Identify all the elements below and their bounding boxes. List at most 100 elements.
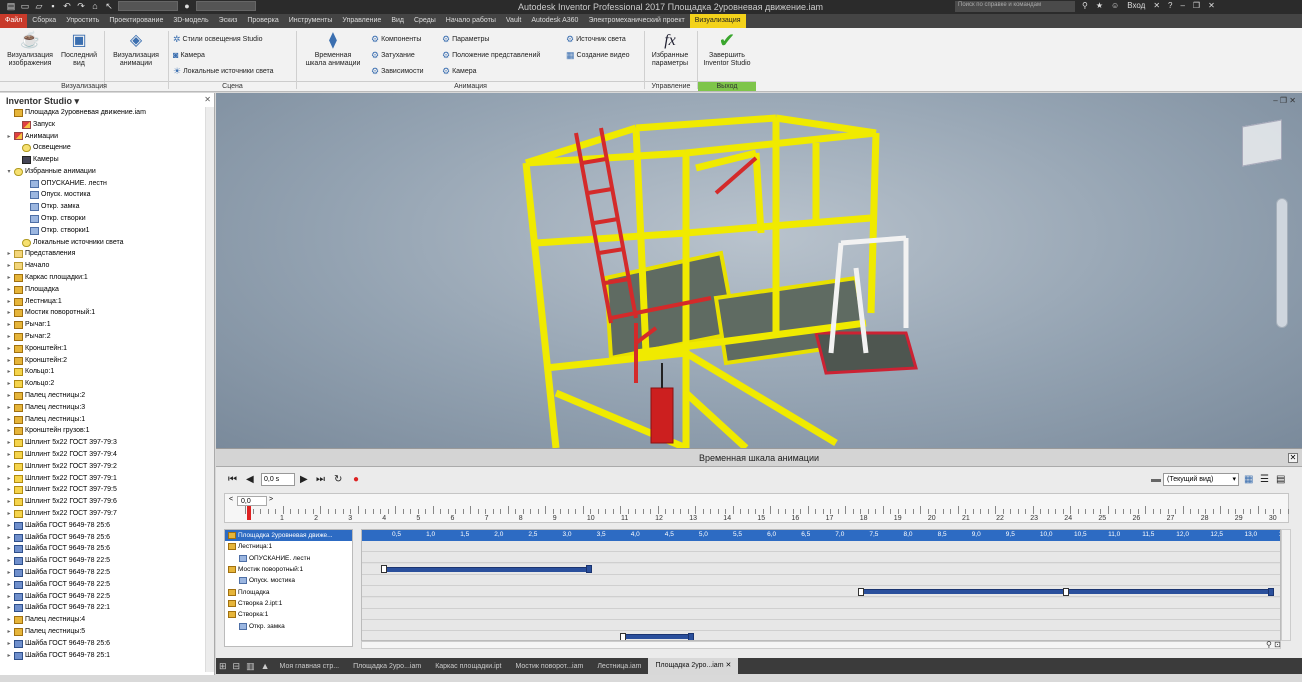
anim-fade-button[interactable]: ⚙ Затухание	[371, 50, 415, 61]
help-icon[interactable]: ?	[1168, 1, 1172, 10]
browser-node[interactable]: ▸ Шайба ГОСТ 9649-78 22:5	[0, 555, 214, 567]
anim-components-button[interactable]: ⚙ Компоненты	[371, 34, 421, 45]
document-tab[interactable]: Моя главная стр...	[273, 663, 347, 670]
timeline-component-row[interactable]: Опуск. мостика	[225, 575, 352, 586]
browser-node[interactable]: Опуск. мостика	[0, 190, 214, 202]
expand-toggle-icon[interactable]: ▸	[6, 284, 12, 296]
ribbon-tab[interactable]: 3D-модель	[168, 14, 213, 28]
timeline-component-row[interactable]: Площадка	[225, 586, 352, 597]
appearance-dropdown[interactable]	[196, 1, 256, 11]
expand-toggle-icon[interactable]: ▸	[6, 579, 12, 591]
timeline-zoom-icons[interactable]: ⚲ ⊡	[1266, 640, 1281, 649]
expand-action-editor-icon[interactable]: ☰	[1260, 474, 1269, 485]
ribbon-tab[interactable]: Файл	[0, 14, 28, 28]
video-producer-button[interactable]: ▦ Создание видео	[566, 50, 630, 61]
exchange-icon[interactable]: ✕	[1153, 1, 1160, 10]
browser-node[interactable]: ▸ Шайба ГОСТ 9649-78 22:1	[0, 602, 214, 614]
animation-action-bar[interactable]	[861, 589, 1066, 595]
expand-toggle-icon[interactable]: ▸	[6, 650, 12, 662]
browser-node[interactable]: ▸ Шплинт 5х22 ГОСТ 397-79:3	[0, 437, 214, 449]
action-start-key[interactable]	[1063, 587, 1069, 596]
browser-node[interactable]: ▸ Шайба ГОСТ 9649-78 22:5	[0, 567, 214, 579]
add-camera-action-icon[interactable]: ▦	[1244, 474, 1253, 485]
browser-node[interactable]: Локальные источники света	[0, 237, 214, 249]
anim-camera-button[interactable]: ⚙ Камера	[442, 66, 477, 77]
timeline-component-row[interactable]: ОПУСКАНИЕ. лестн	[225, 553, 352, 564]
browser-node[interactable]: Освещение	[0, 142, 214, 154]
go-to-end-icon[interactable]: ⏭	[316, 474, 325, 485]
scale-left-arrow[interactable]: <	[229, 496, 233, 503]
save-icon[interactable]: ▪	[48, 1, 58, 11]
browser-node[interactable]: ▸ Кольцо:2	[0, 378, 214, 390]
ribbon-tab[interactable]: Электромеханический проект	[583, 14, 689, 28]
expand-toggle-icon[interactable]: ▸	[6, 414, 12, 426]
expand-toggle-icon[interactable]: ▸	[6, 543, 12, 555]
expand-toggle-icon[interactable]: ▸	[6, 378, 12, 390]
ribbon-tab[interactable]: Vault	[501, 14, 526, 28]
expand-toggle-icon[interactable]: ▸	[6, 520, 12, 532]
document-tab[interactable]: Каркас площадки.ipt	[428, 663, 508, 670]
open-icon[interactable]: ▱	[34, 1, 44, 11]
timeline-options-icon[interactable]: ▤	[1276, 474, 1285, 485]
browser-node[interactable]: ▸ Шплинт 5х22 ГОСТ 397-79:2	[0, 461, 214, 473]
browser-node[interactable]: ▸ Палец лестницы:5	[0, 626, 214, 638]
expand-toggle-icon[interactable]: ▸	[6, 402, 12, 414]
action-end-key[interactable]	[1267, 587, 1274, 596]
expand-toggle-icon[interactable]: ▸	[6, 319, 12, 331]
timeline-component-row[interactable]: Лестница:1	[225, 541, 352, 552]
browser-node[interactable]: Камеры	[0, 154, 214, 166]
browser-node[interactable]: Откр. створки1	[0, 225, 214, 237]
expand-toggle-icon[interactable]: ▸	[6, 449, 12, 461]
timeline-vertical-scrollbar[interactable]	[1281, 529, 1291, 641]
action-end-key[interactable]	[687, 632, 694, 640]
color-icon[interactable]: ●	[182, 1, 192, 11]
favorite-parameters-button[interactable]: fx Избранные параметры	[647, 32, 693, 68]
browser-node[interactable]: ▸ Кронштейн грузов:1	[0, 426, 214, 438]
expand-toggle-icon[interactable]: ▸	[6, 272, 12, 284]
anim-parameters-button[interactable]: ⚙ Параметры	[442, 34, 489, 45]
action-end-key[interactable]	[585, 565, 592, 574]
expand-toggle-icon[interactable]: ▸	[6, 461, 12, 473]
expand-toggle-icon[interactable]: ▸	[6, 591, 12, 603]
expand-toggle-icon[interactable]: ▸	[6, 260, 12, 272]
expand-toggle-icon[interactable]: ▸	[6, 496, 12, 508]
timeline-track[interactable]	[362, 552, 1280, 564]
tile-view-icon[interactable]: ⊟	[230, 661, 244, 672]
scale-right-arrow[interactable]: >	[269, 496, 273, 503]
document-tab[interactable]: Мостик поворот...iam	[509, 663, 591, 670]
expand-toggle-icon[interactable]: ▸	[6, 437, 12, 449]
expand-toggle-icon[interactable]: ▸	[6, 390, 12, 402]
timeline-component-row[interactable]: Створка:1	[225, 609, 352, 620]
scroll-tabs-icon[interactable]: ▲	[258, 661, 273, 671]
expand-toggle-icon[interactable]: ▸	[6, 638, 12, 650]
ribbon-tab[interactable]: Проектирование	[104, 14, 168, 28]
new-icon[interactable]: ▭	[20, 1, 30, 11]
browser-node[interactable]: ▸ Начало	[0, 260, 214, 272]
ribbon-tab[interactable]: Эскиз	[214, 14, 243, 28]
sign-in-link[interactable]: Вход	[1127, 1, 1145, 10]
document-tab[interactable]: Площадка 2уро...iam	[346, 663, 428, 670]
action-start-key[interactable]	[381, 565, 387, 574]
expand-toggle-icon[interactable]: ▸	[6, 626, 12, 638]
browser-node[interactable]: ▸ Рычаг:1	[0, 319, 214, 331]
browser-node[interactable]: ▸ Шайба ГОСТ 9649-78 25:6	[0, 520, 214, 532]
binoculars-icon[interactable]: ⚲	[1082, 1, 1088, 10]
timeline-component-row[interactable]: Площадка 2уровневая движе...	[225, 530, 352, 542]
star-icon[interactable]: ★	[1096, 1, 1103, 10]
expand-toggle-icon[interactable]: ▸	[6, 555, 12, 567]
timeline-track[interactable]	[362, 620, 1280, 632]
browser-node[interactable]: ▸ Шплинт 5х22 ГОСТ 397-79:5	[0, 485, 214, 497]
expand-toggle-icon[interactable]: ▸	[6, 331, 12, 343]
expand-toggle-icon[interactable]: ▸	[6, 343, 12, 355]
expand-toggle-icon[interactable]: ▸	[6, 602, 12, 614]
ribbon-tab[interactable]: Проверка	[242, 14, 283, 28]
browser-node[interactable]: ОПУСКАНИЕ. лестн	[0, 178, 214, 190]
ribbon-tab[interactable]: Autodesk A360	[526, 14, 583, 28]
browser-node[interactable]: ▾ Избранные анимации	[0, 166, 214, 178]
expand-toggle-icon[interactable]: ▸	[6, 473, 12, 485]
timeline-track[interactable]	[362, 574, 1280, 586]
browser-node[interactable]: ▸ Шайба ГОСТ 9649-78 22:5	[0, 591, 214, 603]
home-icon[interactable]: ⌂	[90, 1, 100, 11]
browser-node[interactable]: Площадка 2уровневая движение.iam	[0, 107, 214, 119]
browser-node[interactable]: ▸ Анимации	[0, 131, 214, 143]
